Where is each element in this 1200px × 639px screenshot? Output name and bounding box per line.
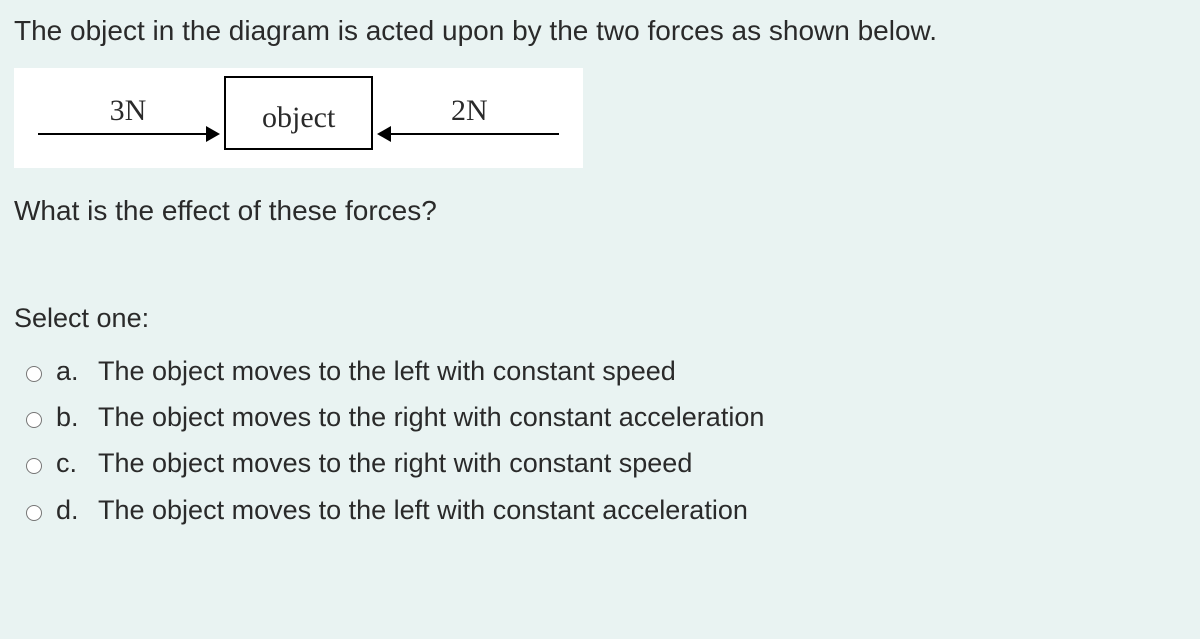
option-text: The object moves to the left with consta… [98, 353, 676, 389]
right-force-label: 2N [379, 91, 559, 132]
option-d[interactable]: d. The object moves to the left with con… [14, 488, 1186, 534]
right-force: 2N [379, 91, 559, 136]
option-b[interactable]: b. The object moves to the right with co… [14, 395, 1186, 441]
force-diagram: 3N object 2N [14, 68, 583, 169]
left-force-label: 3N [38, 91, 218, 132]
left-force: 3N [38, 91, 218, 136]
option-text: The object moves to the right with const… [98, 445, 692, 481]
arrow-right-icon [38, 133, 218, 135]
option-a-radio[interactable] [26, 366, 42, 382]
options-list: a. The object moves to the left with con… [14, 349, 1186, 535]
option-text: The object moves to the left with consta… [98, 492, 748, 528]
arrow-left-icon [379, 133, 559, 135]
option-b-radio[interactable] [26, 412, 42, 428]
question-subtext: What is the effect of these forces? [14, 192, 1186, 230]
option-a[interactable]: a. The object moves to the left with con… [14, 349, 1186, 395]
option-letter: b. [56, 399, 84, 435]
option-c-radio[interactable] [26, 458, 42, 474]
option-text: The object moves to the right with const… [98, 399, 764, 435]
option-d-radio[interactable] [26, 505, 42, 521]
option-letter: a. [56, 353, 84, 389]
option-letter: c. [56, 445, 84, 481]
option-c[interactable]: c. The object moves to the right with co… [14, 441, 1186, 487]
object-box: object [224, 76, 373, 151]
option-letter: d. [56, 492, 84, 528]
select-one-prompt: Select one: [14, 300, 1186, 336]
question-intro: The object in the diagram is acted upon … [14, 12, 1186, 50]
